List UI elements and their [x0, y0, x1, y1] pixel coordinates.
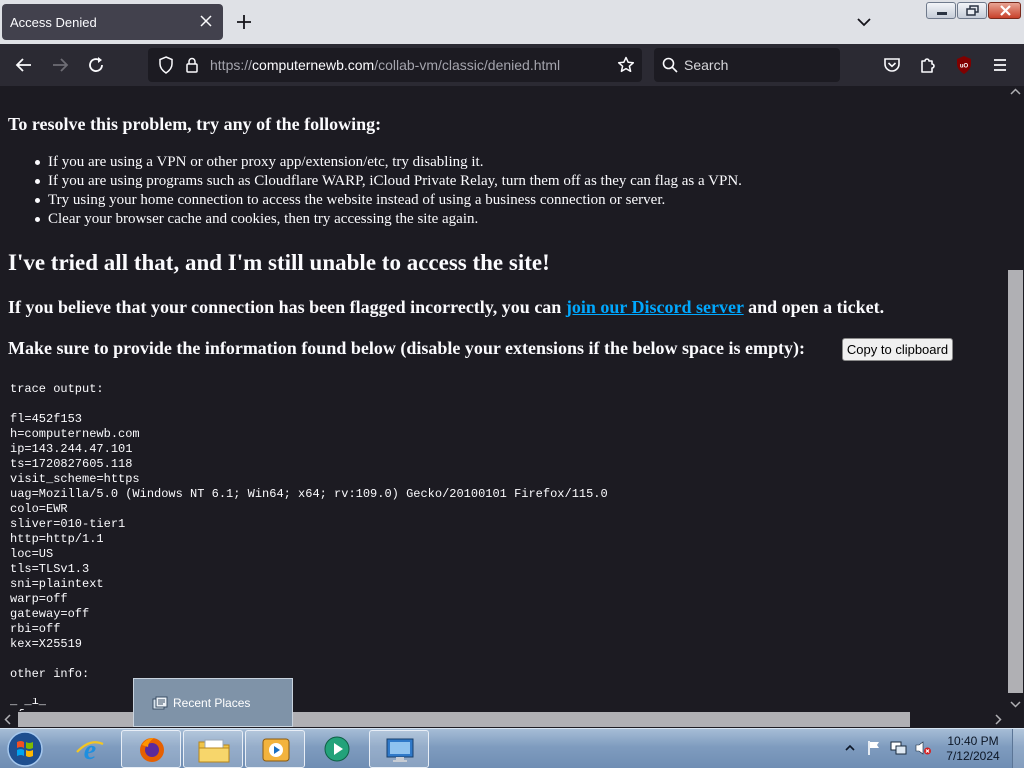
- copy-to-clipboard-button[interactable]: Copy to clipboard: [842, 338, 953, 361]
- media-player-icon: [262, 738, 290, 762]
- url-text[interactable]: https://computernewb.com/collab-vm/class…: [210, 57, 560, 73]
- flagged-text: If you believe that your connection has …: [8, 297, 566, 317]
- cut-off-text: _ _i_ _f_: [10, 698, 47, 711]
- search-placeholder: Search: [684, 57, 729, 73]
- list-item: Try using your home connection to access…: [35, 191, 742, 210]
- taskbar-internet-explorer[interactable]: e: [60, 730, 120, 768]
- trace-line: kex=X25519: [10, 637, 83, 651]
- trace-line: ts=1720827605.118: [10, 457, 133, 471]
- scroll-right-arrow-icon[interactable]: [994, 714, 1002, 725]
- taskbar-media-center[interactable]: [307, 730, 367, 768]
- search-icon: [662, 57, 678, 73]
- forward-arrow-icon[interactable]: [48, 53, 72, 77]
- show-desktop-button[interactable]: [1012, 729, 1024, 768]
- trace-line: loc=US: [10, 547, 54, 561]
- vertical-scrollbar[interactable]: [1007, 86, 1024, 711]
- clock-date: 7/12/2024: [946, 749, 1000, 763]
- trace-line: http=http/1.1: [10, 532, 104, 546]
- taskbar-file-explorer[interactable]: [183, 730, 243, 768]
- navigation-toolbar: https://computernewb.com/collab-vm/class…: [0, 44, 1024, 86]
- ublock-origin-icon[interactable]: uO: [952, 53, 976, 77]
- trace-output: trace output: fl=452f153 h=computernewb.co…: [10, 382, 608, 682]
- lock-icon[interactable]: [182, 55, 202, 75]
- clock-time: 10:40 PM: [947, 734, 999, 748]
- taskbar-firefox[interactable]: [121, 730, 181, 768]
- vertical-scroll-thumb[interactable]: [1008, 270, 1023, 693]
- tried-heading: I've tried all that, and I'm still unabl…: [8, 250, 550, 275]
- close-tab-icon[interactable]: [197, 10, 215, 32]
- scroll-down-arrow-icon[interactable]: [1010, 700, 1021, 708]
- url-prefix: https://: [210, 57, 253, 73]
- trace-line: other info:: [10, 667, 90, 681]
- flagged-paragraph: If you believe that your connection has …: [8, 297, 884, 318]
- internet-explorer-icon: e: [76, 735, 104, 764]
- trace-line: colo=EWR: [10, 502, 68, 516]
- list-item: If you are using a VPN or other proxy ap…: [35, 153, 742, 172]
- search-bar[interactable]: Search: [654, 48, 840, 82]
- trace-line: trace output:: [10, 382, 104, 396]
- trace-line: sni=plaintext: [10, 577, 104, 591]
- recent-places-icon: [152, 696, 168, 710]
- scroll-left-arrow-icon[interactable]: [4, 714, 12, 725]
- taskbar-media-player[interactable]: [245, 730, 305, 768]
- tips-list: If you are using a VPN or other proxy ap…: [35, 153, 742, 229]
- trace-line: sliver=010-tier1: [10, 517, 126, 531]
- recent-places-jumplist[interactable]: Recent Places: [133, 678, 293, 727]
- trace-line: tls=TLSv1.3: [10, 562, 90, 576]
- list-item: If you are using programs such as Cloudf…: [35, 173, 742, 189]
- bookmark-star-icon[interactable]: [616, 55, 636, 75]
- restore-window-button[interactable]: [957, 2, 987, 19]
- extensions-puzzle-icon[interactable]: [916, 53, 940, 77]
- tab-bar: Access Denied: [0, 0, 1024, 44]
- firefox-icon: [140, 738, 164, 762]
- trace-line: visit_scheme=https: [10, 472, 140, 486]
- trace-line: h=computernewb.com: [10, 427, 140, 441]
- action-center-flag-icon[interactable]: [866, 740, 882, 756]
- list-item: Clear your browser cache and cookies, th…: [35, 210, 742, 229]
- trace-line: warp=off: [10, 592, 68, 606]
- url-domain: computernewb.com: [252, 57, 375, 73]
- flagged-text-end: and open a ticket.: [743, 297, 885, 317]
- show-hidden-icons-icon[interactable]: [844, 743, 856, 753]
- trace-line: [10, 652, 608, 667]
- network-icon[interactable]: [890, 740, 908, 756]
- tab-title: Access Denied: [10, 15, 97, 30]
- taskbar-remote-desktop[interactable]: [369, 730, 429, 768]
- trace-line: [10, 397, 608, 412]
- close-window-button[interactable]: [988, 2, 1021, 19]
- volume-muted-icon[interactable]: [914, 740, 932, 756]
- new-tab-icon[interactable]: [232, 10, 256, 34]
- svg-text:e: e: [84, 735, 96, 764]
- trace-line: ip=143.244.47.101: [10, 442, 133, 456]
- folder-icon: [198, 739, 230, 763]
- recent-places-label: Recent Places: [173, 696, 251, 710]
- trace-line: rbi=off: [10, 622, 61, 636]
- info-paragraph: Make sure to provide the information fou…: [8, 338, 806, 358]
- chevron-down-icon[interactable]: [852, 10, 876, 34]
- pocket-icon[interactable]: [880, 53, 904, 77]
- minimize-window-button[interactable]: [926, 2, 956, 19]
- page-content: To resolve this problem, try any of the …: [0, 86, 1007, 711]
- media-center-icon: [324, 736, 350, 762]
- url-bar[interactable]: https://computernewb.com/collab-vm/class…: [148, 48, 642, 82]
- system-clock[interactable]: 10:40 PM 7/12/2024: [940, 734, 1006, 764]
- remote-desktop-icon: [386, 738, 414, 762]
- tab-access-denied[interactable]: Access Denied: [2, 4, 223, 40]
- taskbar: e 10:40 PM 7/12/2024: [0, 728, 1024, 768]
- start-button[interactable]: [4, 730, 46, 768]
- back-arrow-icon[interactable]: [12, 53, 36, 77]
- menu-hamburger-icon[interactable]: [988, 53, 1012, 77]
- trace-line: gateway=off: [10, 607, 90, 621]
- scroll-up-arrow-icon[interactable]: [1010, 88, 1021, 96]
- url-path: /collab-vm/classic/denied.html: [374, 57, 561, 73]
- svg-text:uO: uO: [960, 64, 969, 70]
- reload-icon[interactable]: [84, 53, 108, 77]
- resolve-heading: To resolve this problem, try any of the …: [8, 114, 382, 134]
- shield-icon[interactable]: [156, 55, 176, 75]
- trace-line: uag=Mozilla/5.0 (Windows NT 6.1; Win64; …: [10, 487, 608, 501]
- trace-line: fl=452f153: [10, 412, 83, 426]
- discord-link[interactable]: join our Discord server: [566, 297, 744, 317]
